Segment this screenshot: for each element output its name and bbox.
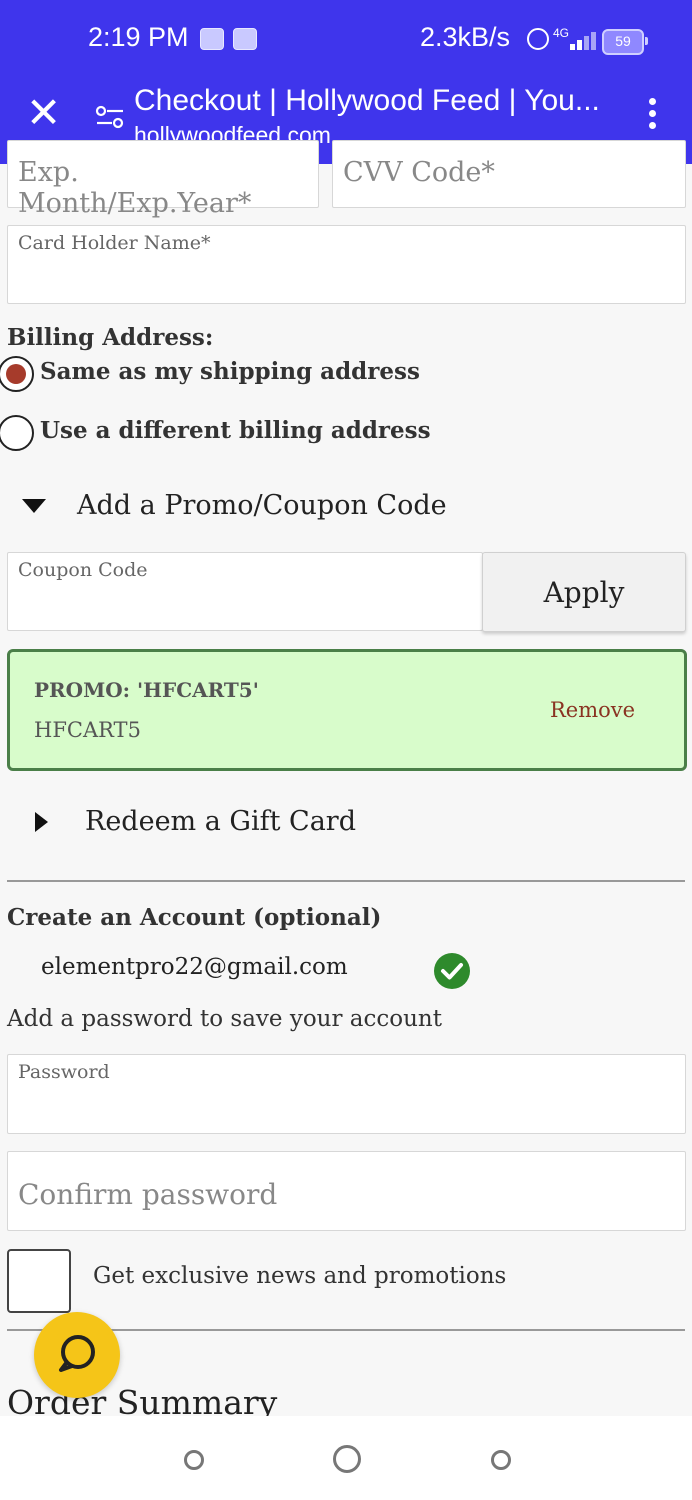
radio-different-address-label: Use a different billing address — [40, 417, 431, 444]
caret-right-icon — [35, 811, 48, 832]
card-holder-name-label: Card Holder Name* — [18, 232, 211, 254]
chat-button[interactable] — [34, 1312, 120, 1398]
home-button[interactable] — [333, 1445, 361, 1473]
newsletter-checkbox[interactable] — [7, 1249, 71, 1313]
password-label: Password — [18, 1061, 110, 1083]
app-notification-icon — [233, 28, 257, 50]
chat-icon — [59, 1335, 95, 1372]
close-icon[interactable]: ✕ — [26, 92, 61, 134]
promo-title: PROMO: 'HFCART5' — [34, 678, 259, 702]
apply-button[interactable]: Apply — [482, 552, 686, 632]
back-button[interactable] — [491, 1450, 511, 1470]
app-notification-icon — [200, 28, 224, 50]
gift-card-toggle[interactable]: Redeem a Gift Card — [35, 806, 356, 837]
coupon-code-label: Coupon Code — [18, 559, 148, 581]
password-input[interactable]: Password — [7, 1054, 686, 1134]
recents-button[interactable] — [184, 1450, 204, 1470]
alarm-icon — [527, 28, 549, 50]
create-account-heading: Create an Account (optional) — [7, 904, 382, 931]
signal-icon — [560, 30, 596, 50]
battery-icon: 59 — [602, 29, 648, 55]
applied-promo-banner: PROMO: 'HFCART5' HFCART5 Remove — [7, 649, 687, 771]
gift-card-toggle-label: Redeem a Gift Card — [85, 806, 356, 837]
divider — [7, 880, 685, 882]
caret-down-icon — [22, 498, 46, 513]
status-time: 2:19 PM — [88, 22, 189, 52]
status-bar: 2:19 PM 2.3kB/s 4G 59 — [0, 0, 692, 82]
page-title[interactable]: Checkout | Hollywood Feed | You... — [134, 84, 600, 118]
billing-option-same[interactable]: Same as my shipping address — [0, 354, 500, 394]
cvv-label: CVV Code* — [343, 157, 495, 188]
card-holder-name-field[interactable]: Card Holder Name* — [7, 225, 686, 304]
radio-same-address[interactable] — [0, 356, 34, 392]
exp-date-field[interactable]: Exp. Month/Exp.Year* — [7, 140, 319, 219]
promo-toggle[interactable]: Add a Promo/Coupon Code — [22, 490, 447, 521]
battery-level: 59 — [615, 33, 631, 49]
verified-check-icon — [434, 953, 470, 989]
exp-date-label: Exp. Month/Exp.Year* — [18, 157, 252, 219]
radio-different-address[interactable] — [0, 415, 34, 451]
radio-same-address-label: Same as my shipping address — [40, 358, 420, 385]
account-email: elementpro22@gmail.com — [41, 954, 348, 980]
promo-toggle-label: Add a Promo/Coupon Code — [77, 490, 447, 521]
site-settings-icon[interactable] — [95, 102, 125, 132]
billing-option-different[interactable]: Use a different billing address — [0, 413, 500, 453]
system-navigation-bar — [0, 1416, 692, 1500]
remove-promo-link[interactable]: Remove — [550, 698, 635, 722]
confirm-password-input[interactable]: Confirm password — [7, 1151, 686, 1231]
more-menu-icon[interactable] — [644, 96, 660, 130]
newsletter-label: Get exclusive news and promotions — [93, 1263, 507, 1289]
password-prompt: Add a password to save your account — [7, 1006, 442, 1032]
billing-heading: Billing Address: — [7, 324, 214, 351]
coupon-code-input[interactable]: Coupon Code — [7, 552, 483, 631]
network-speed: 2.3kB/s — [420, 22, 511, 52]
cvv-field[interactable]: CVV Code* — [332, 140, 686, 208]
confirm-password-label: Confirm password — [18, 1178, 278, 1211]
promo-code: HFCART5 — [34, 718, 141, 742]
